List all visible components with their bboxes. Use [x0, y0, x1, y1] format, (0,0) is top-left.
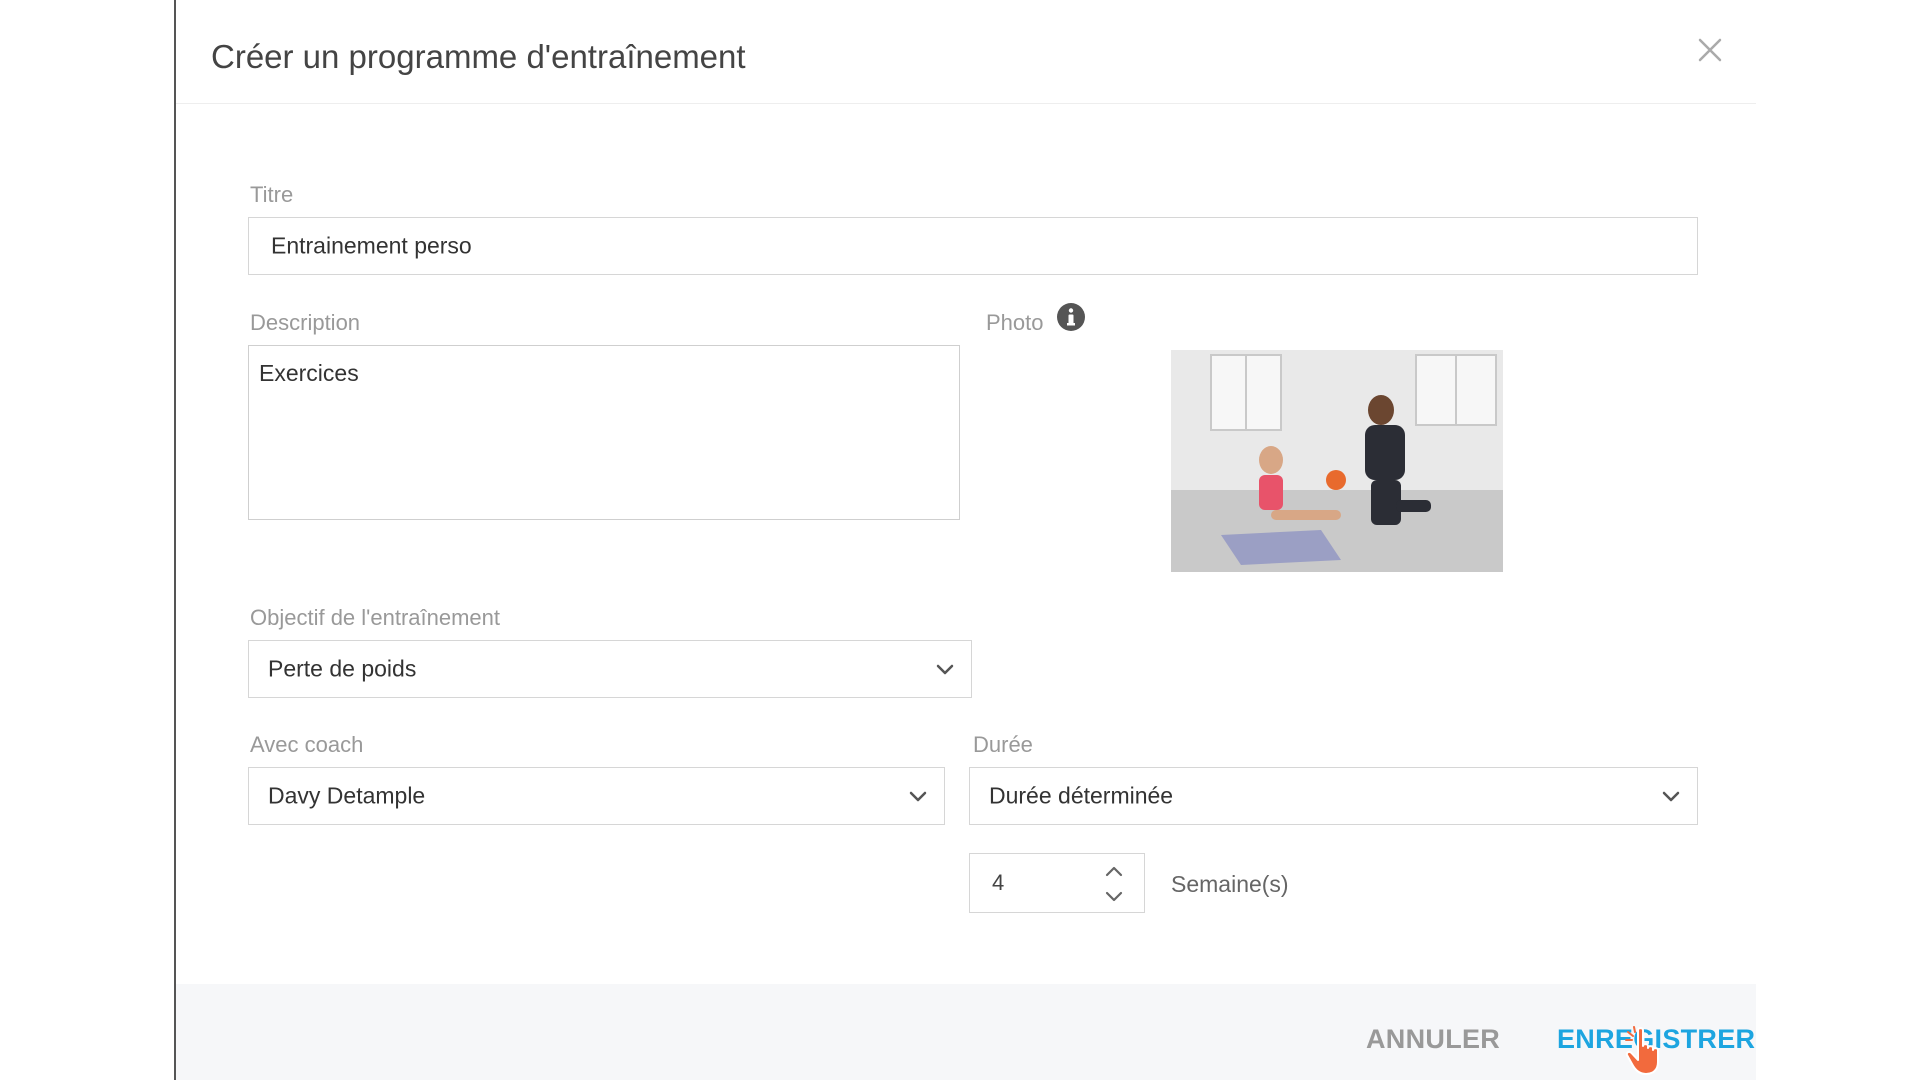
chevron-up-icon[interactable]	[1102, 861, 1126, 881]
description-textarea[interactable]: Exercices	[248, 345, 960, 520]
objective-label: Objectif de l'entraînement	[250, 605, 501, 630]
title-label: Titre	[250, 182, 294, 207]
duration-unit-label: Semaine(s)	[1171, 871, 1289, 897]
close-icon[interactable]	[1690, 30, 1730, 70]
create-program-modal: Créer un programme d'entraînement Titre …	[176, 0, 1756, 1080]
description-label: Description	[250, 310, 361, 335]
info-circle-icon[interactable]	[1056, 302, 1086, 332]
photo-label: Photo	[986, 310, 1044, 335]
duration-label: Durée	[973, 732, 1033, 757]
chevron-down-icon	[933, 657, 957, 681]
hand-cursor-icon	[1624, 1026, 1668, 1076]
coach-label: Avec coach	[250, 732, 364, 757]
modal-footer: ANNULER ENREGISTRER	[176, 984, 1756, 1080]
modal-header: Créer un programme d'entraînement	[176, 0, 1756, 104]
title-input[interactable]: Entrainement perso	[248, 217, 1698, 275]
chevron-down-icon	[906, 784, 930, 808]
duration-amount-stepper[interactable]: 4	[969, 853, 1145, 913]
coach-select-value: Davy Detample	[268, 782, 426, 809]
objective-select-value: Perte de poids	[268, 655, 417, 682]
chevron-down-icon[interactable]	[1102, 887, 1126, 907]
modal-title: Créer un programme d'entraînement	[211, 38, 746, 75]
duration-select[interactable]: Durée déterminée	[969, 767, 1698, 825]
duration-amount-value: 4	[992, 870, 1005, 895]
coach-select[interactable]: Davy Detample	[248, 767, 945, 825]
title-input-value: Entrainement perso	[271, 232, 472, 259]
objective-select[interactable]: Perte de poids	[248, 640, 972, 698]
cancel-button[interactable]: ANNULER	[1366, 1024, 1500, 1055]
chevron-down-icon	[1659, 784, 1683, 808]
program-photo[interactable]	[1171, 350, 1503, 572]
duration-select-value: Durée déterminée	[989, 782, 1174, 809]
description-textarea-value: Exercices	[259, 360, 359, 386]
